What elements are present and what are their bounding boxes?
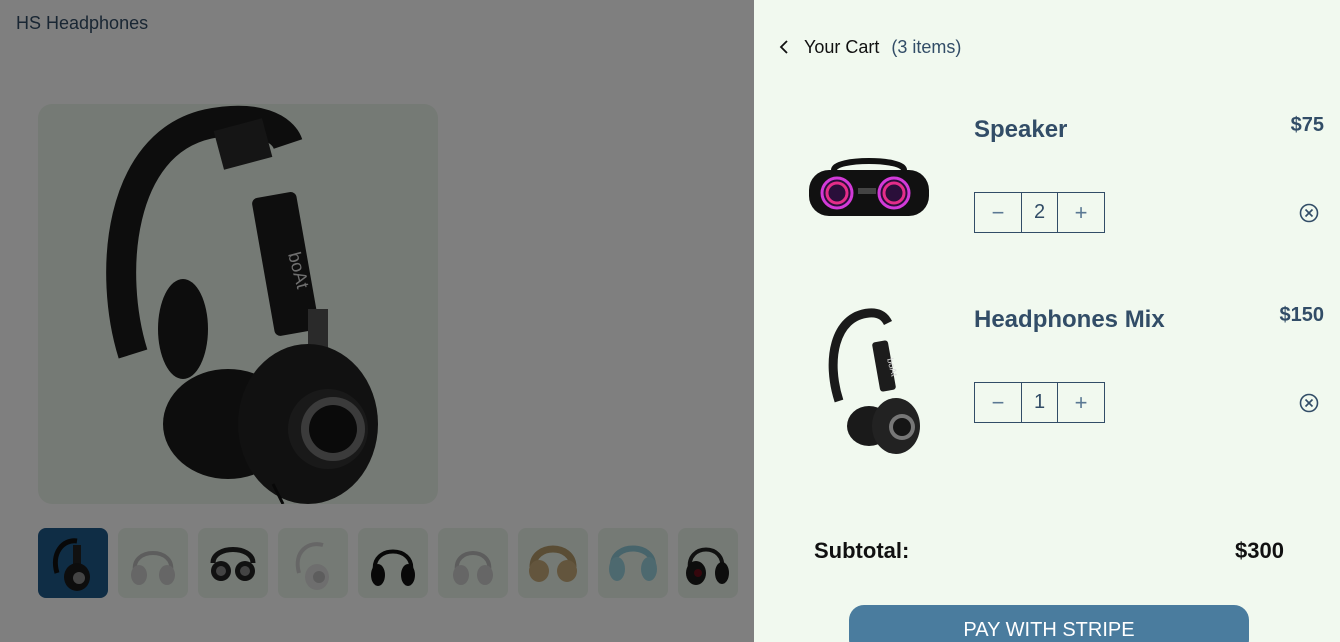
cart-item-count: (3 items): [891, 36, 962, 57]
cart-item: Speaker $75 − 2 +: [794, 106, 1326, 276]
subtotal-label: Subtotal:: [814, 538, 910, 563]
headphones-icon: boAt: [828, 308, 920, 454]
quantity-stepper: − 1 +: [974, 382, 1105, 423]
speaker-icon: [809, 158, 929, 216]
decrease-quantity-button[interactable]: −: [975, 383, 1022, 422]
pay-with-stripe-button[interactable]: PAY WITH STRIPE: [849, 605, 1249, 642]
quantity-stepper: − 2 +: [974, 192, 1105, 233]
chevron-left-icon: [776, 36, 792, 58]
increase-quantity-button[interactable]: +: [1057, 193, 1104, 232]
item-name: Headphones Mix: [974, 306, 1165, 333]
remove-item-button[interactable]: [1298, 202, 1320, 224]
cart-subtotal: Subtotal: $300: [814, 538, 1284, 564]
remove-item-button[interactable]: [1298, 392, 1320, 414]
cart-back-button[interactable]: Your Cart (3 items): [776, 36, 961, 58]
increase-quantity-button[interactable]: +: [1057, 383, 1104, 422]
item-price: $150: [1279, 304, 1325, 326]
modal-overlay[interactable]: [0, 0, 754, 642]
item-image: [802, 106, 936, 276]
item-name: Speaker: [974, 116, 1068, 143]
cart-title: Your Cart: [804, 36, 880, 57]
quantity-value: 2: [1033, 201, 1046, 223]
decrease-quantity-button[interactable]: −: [975, 193, 1022, 232]
quantity-value: 1: [1033, 391, 1046, 413]
subtotal-value: $300: [1235, 538, 1284, 563]
cart-panel: Your Cart (3 items) Speaker $75 − 2 + bo…: [754, 0, 1340, 642]
item-image: boAt: [802, 296, 936, 466]
item-price: $75: [1290, 114, 1324, 136]
close-circle-icon: [1299, 203, 1319, 223]
close-circle-icon: [1299, 393, 1319, 413]
cart-item: boAt Headphones Mix $150 − 1 +: [794, 296, 1326, 466]
